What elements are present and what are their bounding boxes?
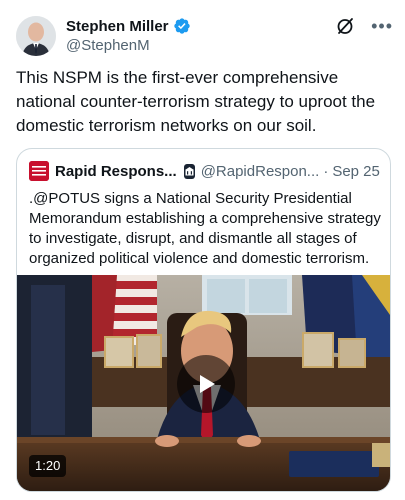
quoted-handle[interactable]: @RapidRespon... — [201, 163, 320, 180]
header-actions: ••• — [335, 16, 393, 36]
author-names: Stephen Miller @StephenM — [66, 16, 191, 54]
tweet-text: This NSPM is the first-ever comprehensiv… — [16, 68, 376, 135]
affiliation-badge-icon[interactable] — [183, 163, 195, 179]
author-avatar[interactable] — [16, 16, 56, 56]
quoted-author-avatar[interactable] — [29, 161, 49, 181]
video-player[interactable]: 1:20 — [17, 275, 390, 491]
grok-slash-icon[interactable] — [335, 16, 355, 36]
author-display-name[interactable]: Stephen Miller — [66, 18, 169, 35]
quoted-display-name[interactable]: Rapid Respons... — [55, 163, 177, 180]
quoted-separator: · — [323, 162, 329, 180]
author-name-row: Stephen Miller — [66, 16, 191, 36]
author-handle[interactable]: @StephenM — [66, 37, 191, 54]
play-icon — [200, 375, 215, 393]
play-button[interactable] — [177, 355, 235, 413]
more-options-icon[interactable]: ••• — [371, 17, 393, 35]
tweet-header: Stephen Miller @StephenM ••• — [16, 16, 393, 56]
quoted-date[interactable]: Sep 25 — [332, 163, 380, 180]
quoted-tweet-card[interactable]: Rapid Respons... @RapidRespon... · Sep 2… — [16, 148, 391, 492]
video-duration: 1:20 — [29, 455, 67, 477]
verified-badge-icon — [173, 18, 190, 34]
quoted-tweet-header: Rapid Respons... @RapidRespon... · Sep 2… — [29, 161, 380, 181]
quoted-tweet-text: .@POTUS signs a National Security Presid… — [29, 190, 381, 267]
